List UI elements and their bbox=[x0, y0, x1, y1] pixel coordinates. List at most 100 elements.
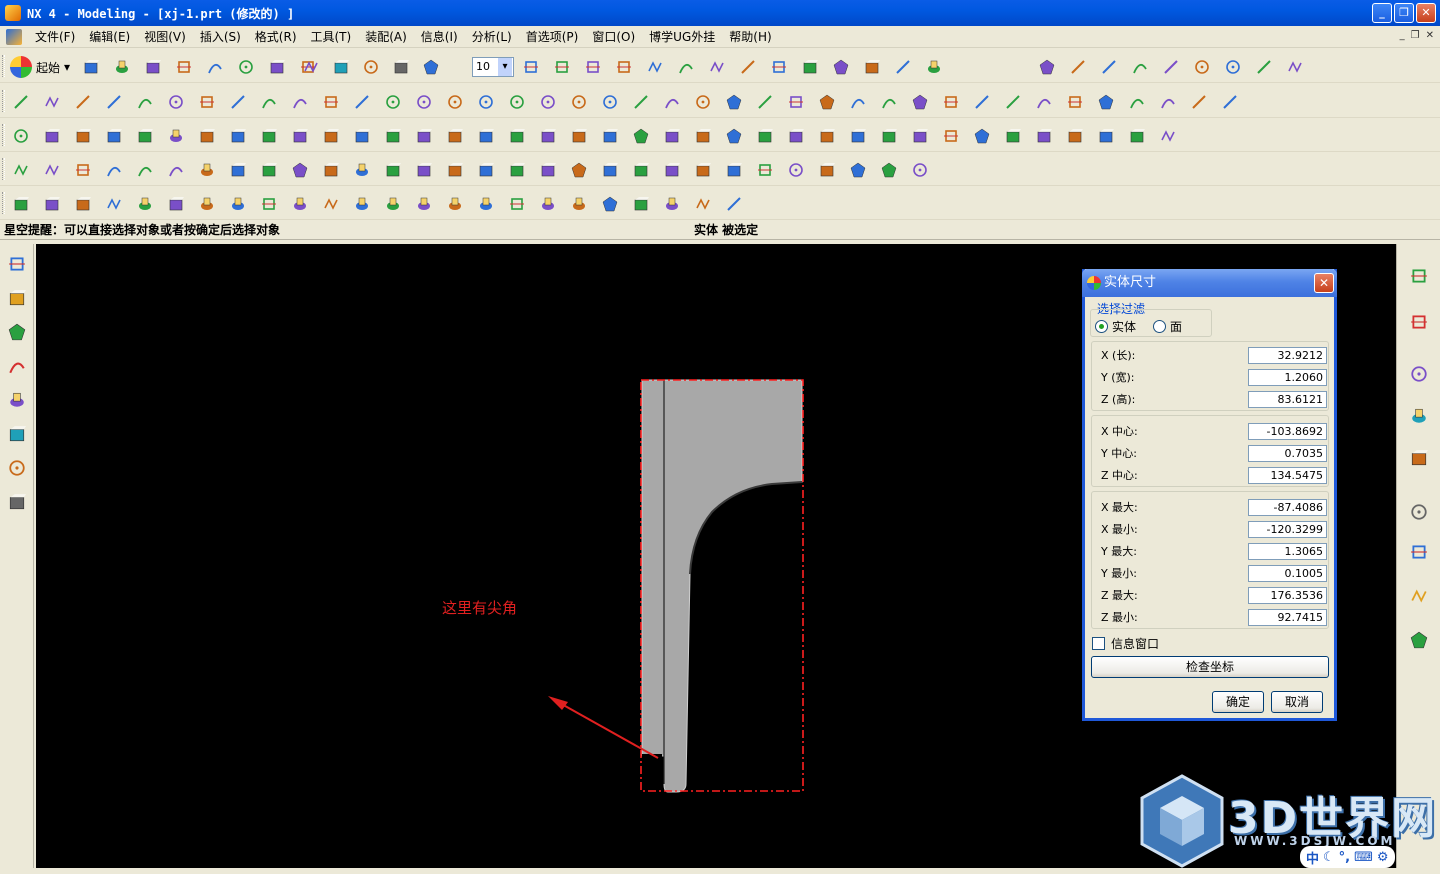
toolbar-tool-icon[interactable] bbox=[1191, 56, 1213, 78]
toolbar-tool-icon[interactable] bbox=[940, 91, 962, 113]
toolbar-tool-icon[interactable] bbox=[103, 91, 125, 113]
mdi-close-button[interactable]: ✕ bbox=[1426, 30, 1434, 41]
toolbar-tool-icon[interactable] bbox=[289, 125, 311, 147]
ime-toolbar[interactable]: 中 ☾ °, ⌨ ⚙ bbox=[1300, 846, 1395, 868]
toolbar-tool-icon[interactable] bbox=[165, 125, 187, 147]
keyboard-icon[interactable]: ⌨ bbox=[1354, 850, 1373, 865]
toolbar-tool-icon[interactable] bbox=[360, 56, 382, 78]
side-tool-icon[interactable] bbox=[5, 456, 29, 480]
toolbar-tool-icon[interactable] bbox=[227, 159, 249, 181]
minimize-button[interactable]: _ bbox=[1372, 3, 1392, 23]
toolbar-tool-icon[interactable] bbox=[506, 91, 528, 113]
toolbar-tool-icon[interactable] bbox=[1157, 125, 1179, 147]
side-tool-icon[interactable] bbox=[5, 320, 29, 344]
toolbar-tool-icon[interactable] bbox=[506, 159, 528, 181]
menu-format[interactable]: 格式(R) bbox=[248, 27, 304, 47]
field-value-input[interactable]: 83.6121 bbox=[1248, 391, 1327, 408]
nx-app-icon[interactable] bbox=[5, 5, 21, 21]
toolbar-tool-icon[interactable] bbox=[706, 56, 728, 78]
toolbar-tool-icon[interactable] bbox=[413, 193, 435, 215]
resource-bar-icon[interactable] bbox=[1407, 500, 1431, 524]
toolbar-tool-icon[interactable] bbox=[72, 159, 94, 181]
toolbar-tool-icon[interactable] bbox=[1033, 91, 1055, 113]
mdi-restore-button[interactable]: ❐ bbox=[1411, 30, 1420, 41]
toolbar-tool-icon[interactable] bbox=[382, 159, 404, 181]
toolbar-tool-icon[interactable] bbox=[258, 159, 280, 181]
toolbar-tool-icon[interactable] bbox=[351, 159, 373, 181]
toolbar-tool-icon[interactable] bbox=[196, 125, 218, 147]
toolbar-tool-icon[interactable] bbox=[1002, 91, 1024, 113]
field-value-input[interactable]: 1.3065 bbox=[1248, 543, 1327, 560]
toolbar-tool-icon[interactable] bbox=[320, 193, 342, 215]
toolbar-tool-icon[interactable] bbox=[785, 159, 807, 181]
toolbar-tool-icon[interactable] bbox=[227, 193, 249, 215]
toolbar-tool-icon[interactable] bbox=[300, 56, 322, 78]
filter-radio-face[interactable]: 面 bbox=[1153, 318, 1182, 335]
toolbar-tool-icon[interactable] bbox=[258, 193, 280, 215]
toolbar-tool-icon[interactable] bbox=[1219, 91, 1241, 113]
toolbar-tool-icon[interactable] bbox=[816, 125, 838, 147]
toolbar-tool-icon[interactable] bbox=[1129, 56, 1151, 78]
toolbar-tool-icon[interactable] bbox=[520, 56, 542, 78]
toolbar-tool-icon[interactable] bbox=[537, 91, 559, 113]
toolbar-tool-icon[interactable] bbox=[923, 56, 945, 78]
toolbar-tool-icon[interactable] bbox=[72, 91, 94, 113]
toolbar-tool-icon[interactable] bbox=[420, 56, 442, 78]
toolbar-tool-icon[interactable] bbox=[41, 159, 63, 181]
toolbar-tool-icon[interactable] bbox=[103, 193, 125, 215]
toolbar-tool-icon[interactable] bbox=[723, 159, 745, 181]
toolbar-tool-icon[interactable] bbox=[599, 193, 621, 215]
menu-file[interactable]: 文件(F) bbox=[28, 27, 82, 47]
toolbar-tool-icon[interactable] bbox=[847, 91, 869, 113]
toolbar-tool-icon[interactable] bbox=[444, 125, 466, 147]
toolbar-tool-icon[interactable] bbox=[754, 125, 776, 147]
toolbar-tool-icon[interactable] bbox=[134, 159, 156, 181]
resource-bar-icon[interactable] bbox=[1407, 628, 1431, 652]
toolbar-tool-icon[interactable] bbox=[80, 56, 102, 78]
toolbar-tool-icon[interactable] bbox=[661, 193, 683, 215]
toolbar-tool-icon[interactable] bbox=[878, 159, 900, 181]
toolbar-tool-icon[interactable] bbox=[320, 125, 342, 147]
toolbar-tool-icon[interactable] bbox=[816, 91, 838, 113]
toolbar-grip[interactable] bbox=[2, 55, 5, 77]
toolbar-tool-icon[interactable] bbox=[134, 193, 156, 215]
toolbar-tool-icon[interactable] bbox=[661, 91, 683, 113]
toolbar-tool-icon[interactable] bbox=[10, 193, 32, 215]
side-tool-icon[interactable] bbox=[5, 422, 29, 446]
toolbar-tool-icon[interactable] bbox=[227, 125, 249, 147]
toolbar-tool-icon[interactable] bbox=[737, 56, 759, 78]
menu-tools[interactable]: 工具(T) bbox=[304, 27, 359, 47]
toolbar-tool-icon[interactable] bbox=[878, 91, 900, 113]
toolbar-tool-icon[interactable] bbox=[10, 159, 32, 181]
toolbar-tool-icon[interactable] bbox=[1222, 56, 1244, 78]
check-coordinates-button[interactable]: 检查坐标 bbox=[1091, 656, 1329, 678]
resource-bar-icon[interactable] bbox=[1407, 362, 1431, 386]
toolbar-tool-icon[interactable] bbox=[613, 56, 635, 78]
toolbar-tool-icon[interactable] bbox=[1188, 91, 1210, 113]
toolbar-tool-icon[interactable] bbox=[1160, 56, 1182, 78]
toolbar-tool-icon[interactable] bbox=[382, 125, 404, 147]
field-value-input[interactable]: -103.8692 bbox=[1248, 423, 1327, 440]
toolbar-tool-icon[interactable] bbox=[444, 193, 466, 215]
toolbar-tool-icon[interactable] bbox=[723, 125, 745, 147]
toolbar-tool-icon[interactable] bbox=[475, 159, 497, 181]
toolbar-tool-icon[interactable] bbox=[599, 91, 621, 113]
toolbar-tool-icon[interactable] bbox=[537, 125, 559, 147]
toolbar-tool-icon[interactable] bbox=[413, 91, 435, 113]
toolbar-tool-icon[interactable] bbox=[382, 193, 404, 215]
toolbar-tool-icon[interactable] bbox=[1002, 125, 1024, 147]
field-value-input[interactable]: 134.5475 bbox=[1248, 467, 1327, 484]
toolbar-tool-icon[interactable] bbox=[816, 159, 838, 181]
toolbar-tool-icon[interactable] bbox=[692, 125, 714, 147]
toolbar-grip[interactable] bbox=[2, 90, 5, 112]
toolbar-tool-icon[interactable] bbox=[785, 91, 807, 113]
close-button[interactable]: ✕ bbox=[1416, 3, 1436, 23]
toolbar-tool-icon[interactable] bbox=[204, 56, 226, 78]
toolbar-tool-icon[interactable] bbox=[847, 125, 869, 147]
toolbar-tool-icon[interactable] bbox=[173, 56, 195, 78]
toolbar-tool-icon[interactable] bbox=[289, 193, 311, 215]
toolbar-tool-icon[interactable] bbox=[644, 56, 666, 78]
toolbar-tool-icon[interactable] bbox=[1253, 56, 1275, 78]
toolbar-tool-icon[interactable] bbox=[111, 56, 133, 78]
ok-button[interactable]: 确定 bbox=[1212, 691, 1264, 713]
